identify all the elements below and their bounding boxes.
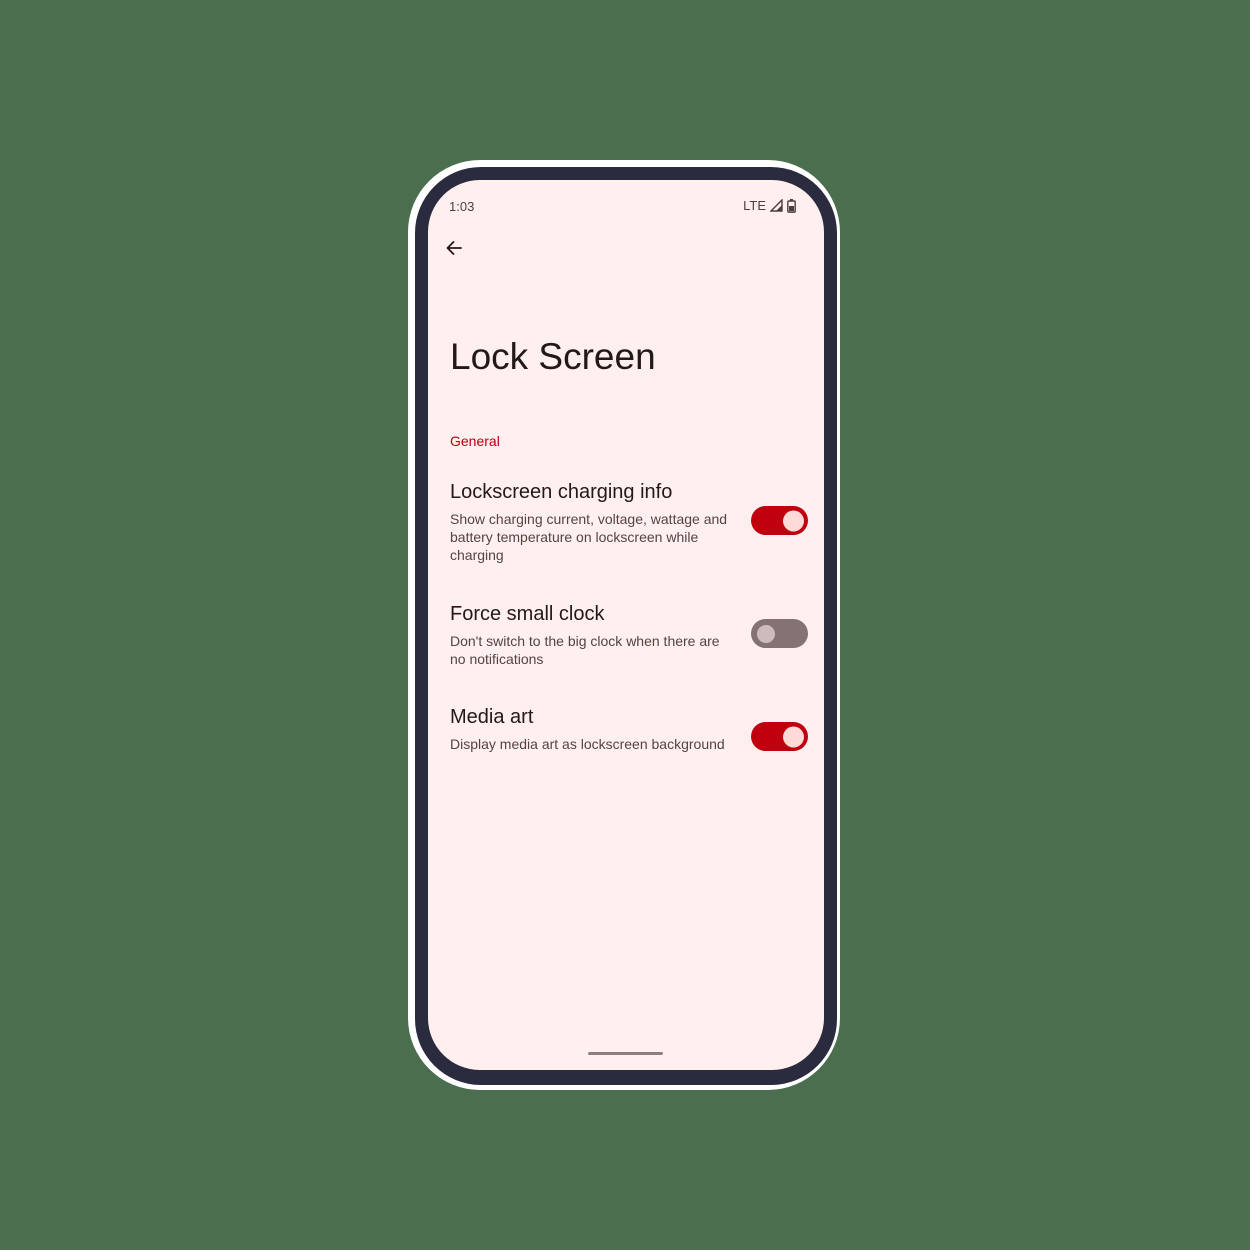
toggle-thumb <box>783 726 804 747</box>
setting-summary: Show charging current, voltage, wattage … <box>450 511 728 563</box>
setting-media-art[interactable]: Media art Display media art as lockscree… <box>428 706 824 776</box>
gesture-nav-handle[interactable] <box>588 1052 663 1055</box>
device-screen: 1:03 LTE Lock Screen General Lockscreen … <box>428 180 824 1070</box>
charging-info-toggle[interactable] <box>751 506 808 535</box>
network-type: LTE <box>743 198 766 213</box>
setting-title: Force small clock <box>450 603 605 625</box>
toggle-thumb <box>783 510 804 531</box>
setting-title: Media art <box>450 706 534 728</box>
status-indicators: LTE <box>743 198 796 213</box>
force-small-clock-toggle[interactable] <box>751 619 808 648</box>
media-art-toggle[interactable] <box>751 722 808 751</box>
toggle-thumb <box>757 624 775 643</box>
status-bar: 1:03 LTE <box>428 180 824 232</box>
section-header-general: General <box>450 433 500 449</box>
cell-signal-icon <box>770 199 783 212</box>
setting-summary: Don't switch to the big clock when there… <box>450 633 720 667</box>
setting-title: Lockscreen charging info <box>450 481 673 503</box>
status-time: 1:03 <box>449 199 475 214</box>
setting-summary: Display media art as lockscreen backgrou… <box>450 736 725 752</box>
back-button[interactable] <box>438 232 470 264</box>
setting-lockscreen-charging-info[interactable]: Lockscreen charging info Show charging c… <box>428 481 824 571</box>
page-title: Lock Screen <box>450 336 656 377</box>
setting-force-small-clock[interactable]: Force small clock Don't switch to the bi… <box>428 603 824 673</box>
battery-icon <box>787 198 796 213</box>
arrow-back-icon <box>446 241 462 255</box>
